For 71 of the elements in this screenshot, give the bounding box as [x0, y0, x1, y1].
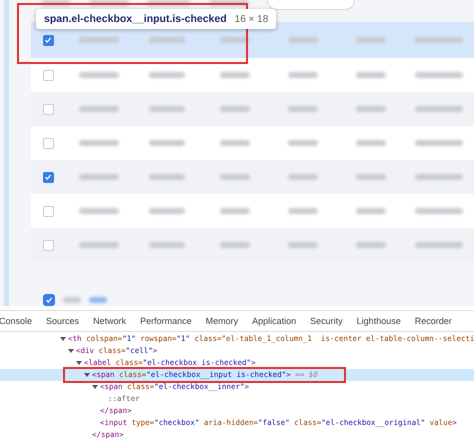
blurred-link[interactable] [89, 297, 107, 303]
expand-triangle-icon[interactable] [76, 360, 82, 366]
devtools-tab[interactable]: Performance [140, 316, 192, 326]
checkbox[interactable] [42, 104, 54, 114]
blurred-text [149, 37, 185, 43]
blurred-text [415, 106, 463, 112]
blurred-text [220, 174, 250, 180]
blurred-text [149, 140, 185, 146]
blurred-text [415, 72, 463, 78]
blurred-text [220, 37, 250, 43]
blurred-text [149, 72, 185, 78]
blurred-text [288, 208, 318, 214]
blurred-text [356, 208, 386, 214]
blurred-text [79, 174, 119, 180]
blurred-text [220, 208, 250, 214]
blurred-text [356, 174, 386, 180]
check-icon [45, 296, 53, 304]
blurred-text [415, 140, 463, 146]
tooltip-size: 16 × 18 [234, 14, 268, 24]
blurred-text [149, 208, 185, 214]
devtools-tab[interactable]: Lighthouse [356, 316, 401, 326]
blurred-text [79, 37, 119, 43]
devtools-tab[interactable]: Security [310, 316, 343, 326]
blurred-text [415, 208, 463, 214]
blurred-text [356, 140, 386, 146]
devtools-tab[interactable]: Sources [46, 316, 80, 326]
blurred-text [79, 242, 119, 248]
blurred-text [220, 140, 250, 146]
expand-triangle-icon[interactable] [68, 348, 74, 354]
blurred-text [288, 106, 318, 112]
blurred-text [288, 72, 318, 78]
blurred-text [79, 140, 119, 146]
search-field[interactable] [267, 0, 355, 10]
checkbox[interactable] [43, 294, 55, 306]
expand-triangle-icon[interactable] [92, 384, 98, 390]
check-icon [44, 173, 52, 181]
checkbox[interactable] [42, 240, 54, 250]
blurred-text [79, 72, 119, 78]
blurred-text [149, 106, 185, 112]
blurred-text [79, 208, 119, 214]
blurred-text [149, 174, 185, 180]
checkbox[interactable] [42, 138, 54, 148]
tooltip-selector: span.el-checkbox__input.is-checked [44, 13, 227, 25]
blurred-text [79, 106, 119, 112]
blurred-text [288, 174, 318, 180]
blurred-text [220, 72, 250, 78]
blurred-text [288, 242, 318, 248]
checkbox[interactable] [42, 206, 54, 216]
blurred-text [220, 242, 250, 248]
checkbox[interactable] [42, 70, 54, 80]
blurred-text [415, 242, 463, 248]
blurred-text [415, 174, 463, 180]
devtools-tab[interactable]: Recorder [414, 316, 452, 326]
expand-triangle-icon[interactable] [60, 336, 66, 342]
expand-triangle-icon[interactable] [84, 372, 90, 378]
blurred-text [288, 37, 318, 43]
blurred-text [356, 106, 386, 112]
blurred-text [356, 37, 386, 43]
blurred-text [149, 242, 185, 248]
blurred-text [63, 297, 81, 303]
blurred-text [220, 106, 250, 112]
blurred-text [356, 72, 386, 78]
devtools-tab[interactable]: Network [93, 316, 126, 326]
devtools-tab[interactable]: Memory [206, 316, 238, 326]
check-icon [44, 36, 52, 44]
checkbox[interactable] [42, 172, 54, 182]
blurred-text [415, 37, 463, 43]
checkbox[interactable] [42, 34, 54, 46]
devtools-tab[interactable]: Application [252, 316, 296, 326]
blurred-text [356, 242, 386, 248]
blurred-text [288, 140, 318, 146]
